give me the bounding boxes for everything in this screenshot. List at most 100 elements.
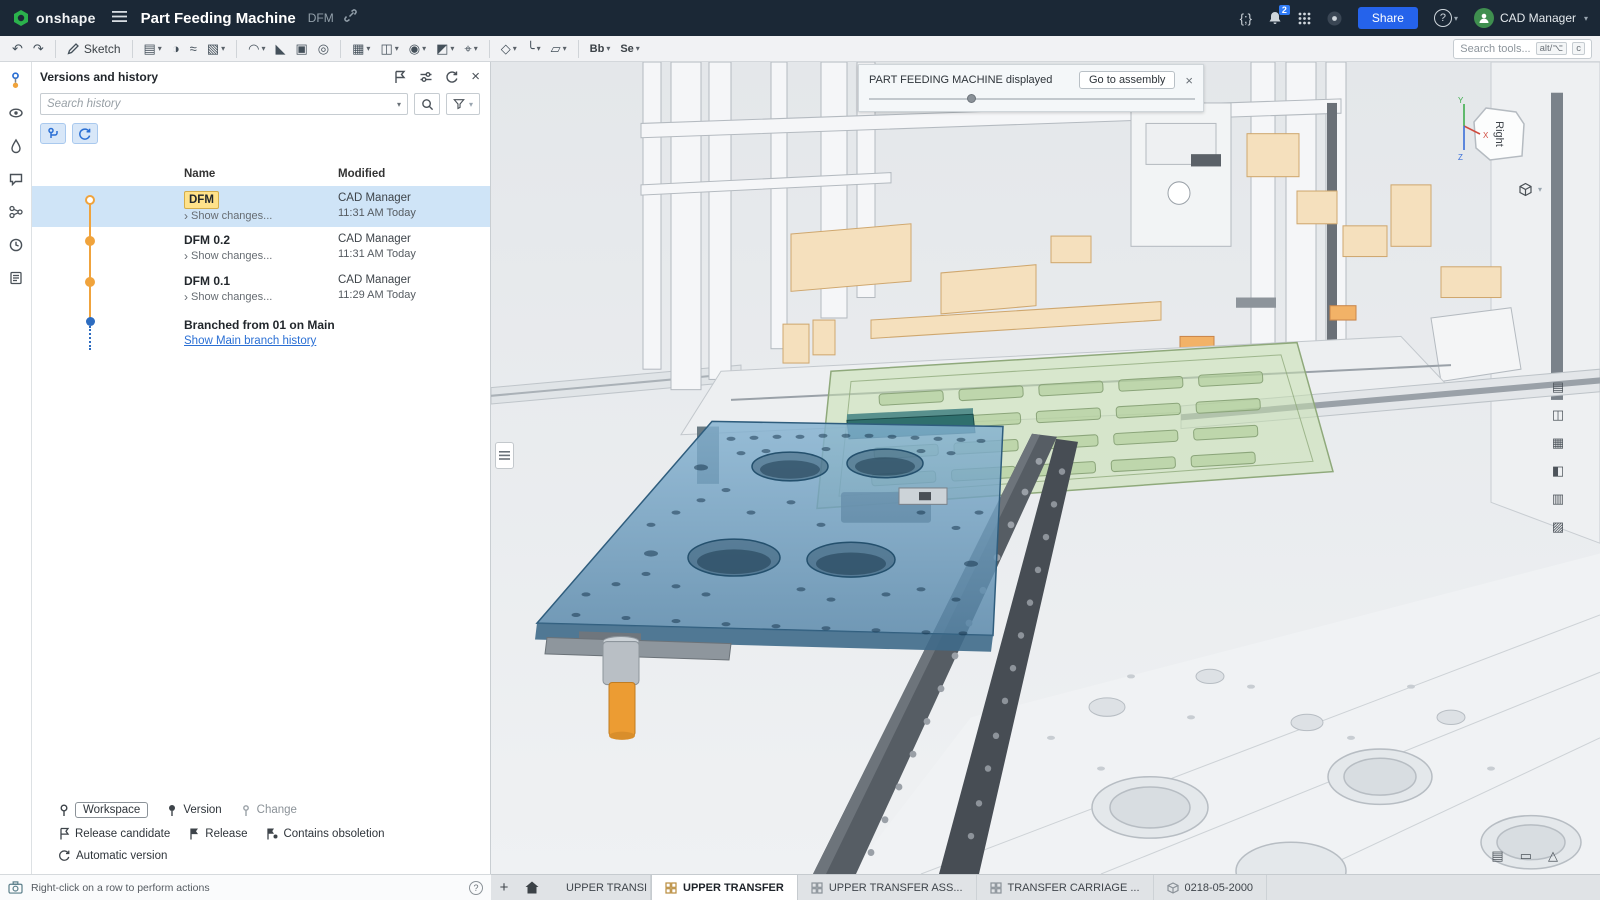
create-version-icon[interactable] xyxy=(393,70,407,84)
sketch-button[interactable]: Sketch xyxy=(63,38,125,60)
pattern-tool[interactable]: ▦▾ xyxy=(348,38,374,60)
featurescript-icon[interactable]: {;} xyxy=(1240,11,1252,26)
help-menu[interactable]: ? ▾ xyxy=(1434,9,1458,27)
version-row[interactable]: DFM 0.1 ›Show changes... CAD Manager 11:… xyxy=(32,268,490,309)
tab-upper-transi[interactable]: UPPER TRANSI xyxy=(547,875,651,900)
appearance-icon[interactable] xyxy=(6,136,26,156)
caret-down-icon: ▾ xyxy=(636,44,640,53)
chamfer-tool[interactable]: ◣ xyxy=(271,38,289,60)
show-changes-link[interactable]: ›Show changes... xyxy=(184,209,338,224)
version-row[interactable]: DFM 0.2 ›Show changes... CAD Manager 11:… xyxy=(32,227,490,268)
onshape-logo[interactable]: onshape xyxy=(12,9,96,27)
document-subtitle: DFM xyxy=(308,11,334,25)
plane-tool[interactable]: ▱▾ xyxy=(547,38,571,60)
filter-workspaces-toggle[interactable] xyxy=(40,123,66,144)
tab-0218-05-2000[interactable]: 0218-05-2000 xyxy=(1154,875,1268,900)
tab-upper-transfer[interactable]: UPPER TRANSFER xyxy=(651,875,798,900)
custom-feature-bb-tool[interactable]: Bb▾ xyxy=(586,38,615,60)
loft-tool[interactable]: ▧▾ xyxy=(203,38,229,60)
tab-upper-transfer-ass[interactable]: UPPER TRANSFER ASS... xyxy=(798,875,977,900)
configurations-icon[interactable]: ▥ xyxy=(1548,490,1568,508)
caret-down-icon: ▾ xyxy=(422,44,426,53)
filter-auto-versions-toggle[interactable] xyxy=(72,123,98,144)
branch-origin-row[interactable]: Branched from 01 on Main Show Main branc… xyxy=(32,309,490,355)
named-positions-icon[interactable]: ◫ xyxy=(1548,406,1568,424)
assembly-tab-icon xyxy=(811,882,823,894)
slider-knob[interactable] xyxy=(967,94,976,103)
follow-mode-icon[interactable] xyxy=(6,103,26,123)
search-button[interactable] xyxy=(414,93,440,115)
overlay-opacity-slider[interactable] xyxy=(869,98,1195,100)
share-link-icon[interactable] xyxy=(344,9,357,27)
mirror-tool[interactable]: ◫▾ xyxy=(376,38,402,60)
release-candidate-flag-icon xyxy=(58,827,70,840)
comments-icon[interactable] xyxy=(6,169,26,189)
split-tool[interactable]: ◩▾ xyxy=(432,38,458,60)
show-changes-link[interactable]: ›Show changes... xyxy=(184,290,338,305)
custom-tables-icon[interactable]: ▨ xyxy=(1548,518,1568,536)
undo-button[interactable]: ↶ xyxy=(8,38,27,60)
share-button[interactable]: Share xyxy=(1358,7,1418,29)
learning-center-icon[interactable] xyxy=(1327,11,1342,26)
shell-tool[interactable]: ▣ xyxy=(291,38,311,60)
exploded-views-icon[interactable]: ▤ xyxy=(1548,378,1568,396)
legend-release-candidate: Release candidate xyxy=(58,827,170,840)
search-tools-input[interactable]: Search tools... alt/⌥ c xyxy=(1453,39,1592,59)
app-store-grid-icon[interactable] xyxy=(1298,12,1311,25)
notifications-bell-icon[interactable]: 2 xyxy=(1268,11,1282,26)
filter-button[interactable]: ▾ xyxy=(446,93,480,115)
3d-viewport[interactable]: PART FEEDING MACHINE displayed Go to ass… xyxy=(491,62,1600,874)
shortcut-alt-key: alt/⌥ xyxy=(1536,42,1568,55)
view-options-button[interactable]: ▾ xyxy=(1518,182,1542,197)
performance-icon[interactable]: ▭ xyxy=(1520,848,1532,864)
user-avatar xyxy=(1474,8,1494,28)
restore-version-icon[interactable] xyxy=(445,70,459,84)
show-changes-link[interactable]: ›Show changes... xyxy=(184,249,338,264)
home-tab-button[interactable] xyxy=(517,875,547,900)
hole-tool[interactable]: ◎ xyxy=(314,38,333,60)
user-menu[interactable]: CAD Manager ▾ xyxy=(1474,8,1588,28)
3d-scene-canvas[interactable] xyxy=(491,62,1600,874)
extrude-tool[interactable]: ▤▾ xyxy=(140,38,166,60)
sweep-tool[interactable]: ≈ xyxy=(186,38,201,60)
caret-down-icon: ▾ xyxy=(513,44,517,53)
curve-tool[interactable]: ╰▾ xyxy=(523,38,545,60)
show-main-branch-link[interactable]: Show Main branch history xyxy=(184,333,490,350)
tab-transfer-carriage[interactable]: TRANSFER CARRIAGE ... xyxy=(977,875,1154,900)
compare-versions-icon[interactable] xyxy=(419,70,433,84)
custom-feature-se-tool[interactable]: Se▾ xyxy=(616,38,643,60)
revolve-icon: ◑ xyxy=(172,42,180,55)
appearances-panel-icon[interactable]: ◧ xyxy=(1548,462,1568,480)
history-clock-icon[interactable] xyxy=(6,235,26,255)
history-panel-handle[interactable] xyxy=(495,442,514,469)
scale-icon[interactable]: △ xyxy=(1548,848,1558,864)
versions-history-icon[interactable] xyxy=(6,70,26,90)
view-cube[interactable]: Right Y X Z xyxy=(1454,94,1534,187)
status-help-icon[interactable]: ? xyxy=(469,881,483,895)
transform-tool[interactable]: ⌖▾ xyxy=(460,38,481,60)
display-states-icon[interactable]: ▦ xyxy=(1548,434,1568,452)
close-notice-icon[interactable]: × xyxy=(1183,73,1195,88)
close-panel-icon[interactable]: × xyxy=(471,68,480,85)
redo-button[interactable]: ↷ xyxy=(29,38,48,60)
notes-icon[interactable] xyxy=(6,268,26,288)
search-history-input[interactable]: Search history ▾ xyxy=(40,93,408,115)
search-history-placeholder: Search history xyxy=(47,98,395,110)
boolean-tool[interactable]: ◉▾ xyxy=(405,38,430,60)
print-icon[interactable]: ▤ xyxy=(1491,848,1503,864)
revolve-tool[interactable]: ◑ xyxy=(168,38,184,60)
caret-down-icon: ▾ xyxy=(395,44,399,53)
go-to-assembly-button[interactable]: Go to assembly xyxy=(1079,71,1175,89)
assembly-tab-icon xyxy=(665,882,677,894)
collaboration-icon[interactable] xyxy=(6,202,26,222)
version-row-current[interactable]: DFM ›Show changes... CAD Manager 11:31 A… xyxy=(32,186,490,227)
add-tab-button[interactable]: + xyxy=(491,875,517,900)
sketch-pencil-icon xyxy=(67,42,80,55)
screenshot-camera-icon[interactable] xyxy=(8,881,23,894)
feature-toolbar: ↶ ↷ Sketch ▤▾ ◑ ≈ ▧▾ ◠▾ ◣ ▣ ◎ ▦▾ ◫▾ ◉▾ ◩… xyxy=(0,36,1600,62)
plane-icon: ▱ xyxy=(551,42,561,55)
surface-tool[interactable]: ◇▾ xyxy=(497,38,521,60)
main-menu-icon[interactable] xyxy=(112,9,127,27)
fillet-tool[interactable]: ◠▾ xyxy=(244,38,269,60)
panel-status-bar: Right-click on a row to perform actions … xyxy=(0,874,491,900)
